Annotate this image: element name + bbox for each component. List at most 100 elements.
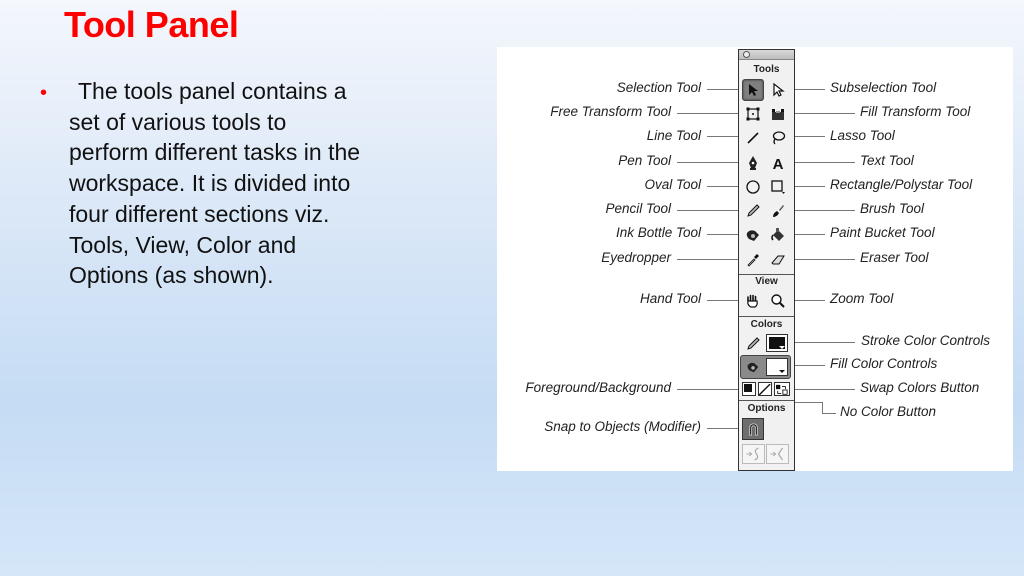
ink-bottle-tool-button[interactable] xyxy=(742,224,764,246)
section-tools-label: Tools xyxy=(753,64,780,75)
fill-transform-tool-button[interactable] xyxy=(767,103,789,125)
snap-to-objects-button[interactable] xyxy=(742,418,764,440)
leader-line xyxy=(791,136,825,137)
paint-bucket-icon xyxy=(747,362,759,373)
oval-tool-button[interactable] xyxy=(742,176,764,198)
fill-color-swatch[interactable] xyxy=(766,358,788,376)
label-rectangle-polystar-tool: Rectangle/Polystar Tool xyxy=(830,177,973,192)
eraser-tool-button[interactable] xyxy=(767,249,789,271)
leader-line xyxy=(707,428,741,429)
dropdown-arrow-icon xyxy=(779,346,785,349)
line-tool-button[interactable] xyxy=(742,127,764,149)
free-transform-icon xyxy=(746,107,760,121)
straighten-button[interactable] xyxy=(766,444,789,464)
label-lasso-tool: Lasso Tool xyxy=(830,128,895,143)
label-selection-tool: Selection Tool xyxy=(616,80,701,95)
section-divider xyxy=(739,400,794,401)
leader-line xyxy=(791,365,825,366)
oval-icon xyxy=(746,180,760,194)
free-transform-tool-button[interactable] xyxy=(742,103,764,125)
brush-tool-button[interactable] xyxy=(767,200,789,222)
leader-line xyxy=(791,89,825,90)
fill-transform-icon xyxy=(772,109,784,120)
label-eraser-tool: Eraser Tool xyxy=(860,250,929,265)
svg-text:A: A xyxy=(773,156,784,171)
stroke-color-fill xyxy=(769,337,785,349)
lasso-tool-button[interactable] xyxy=(767,127,789,149)
label-line-tool: Line Tool xyxy=(646,128,701,143)
text-tool-button[interactable]: A xyxy=(767,152,789,174)
ink-bottle-icon xyxy=(746,230,759,241)
rectangle-polystar-tool-button[interactable] xyxy=(767,176,789,198)
text-a-icon: A xyxy=(773,156,784,171)
pencil-icon xyxy=(747,337,760,350)
label-swap-colors-button: Swap Colors Button xyxy=(860,380,980,395)
leader-line xyxy=(822,413,836,414)
leader-line xyxy=(791,162,855,163)
straighten-icon xyxy=(770,447,783,461)
pencil-icon xyxy=(747,204,760,217)
stroke-color-swatch[interactable] xyxy=(766,334,788,352)
magnifier-icon xyxy=(771,294,785,308)
section-colors-label: Colors xyxy=(750,319,783,330)
magnet-icon xyxy=(749,423,758,436)
subselection-arrow-icon xyxy=(773,82,785,97)
swap-icon xyxy=(776,384,788,395)
leader-line xyxy=(791,186,825,187)
zoom-tool-button[interactable] xyxy=(767,290,789,312)
section-options-label: Options xyxy=(747,403,786,414)
leader-line xyxy=(791,234,825,235)
label-hand-tool: Hand Tool xyxy=(639,291,701,306)
section-view-label: View xyxy=(755,276,778,287)
bullet-text: The tools panel contains a set of variou… xyxy=(69,78,361,289)
paint-bucket-tool-button[interactable] xyxy=(767,224,789,246)
label-oval-tool: Oval Tool xyxy=(644,177,701,192)
label-snap-to-objects: Snap to Objects (Modifier) xyxy=(544,419,701,434)
leader-line xyxy=(791,389,855,390)
label-ink-bottle-tool: Ink Bottle Tool xyxy=(615,225,701,240)
fill-color-control[interactable] xyxy=(740,355,791,379)
foreground-background-button[interactable] xyxy=(742,382,756,396)
leader-line xyxy=(707,234,741,235)
leader-line xyxy=(791,113,855,114)
leader-line xyxy=(791,342,855,343)
black-white-icon xyxy=(744,384,752,392)
label-eyedropper: Eyedropper xyxy=(601,250,671,265)
label-fill-color-controls: Fill Color Controls xyxy=(830,356,938,371)
pen-tool-button[interactable] xyxy=(742,152,764,174)
leader-line xyxy=(677,162,741,163)
stroke-pencil-icon-wrap xyxy=(742,333,764,355)
subselection-tool-button[interactable] xyxy=(767,79,789,101)
close-icon[interactable] xyxy=(743,51,750,58)
swap-colors-button[interactable] xyxy=(774,382,790,396)
panel-titlebar xyxy=(739,50,794,60)
leader-line xyxy=(677,389,741,390)
hand-icon xyxy=(747,294,758,308)
leader-line xyxy=(791,259,855,260)
label-fill-transform-tool: Fill Transform Tool xyxy=(860,104,971,119)
tools-panel: Tools A View Colors Options xyxy=(738,49,795,471)
label-brush-tool: Brush Tool xyxy=(860,201,925,216)
selection-tool-button[interactable] xyxy=(742,79,764,101)
label-no-color-button: No Color Button xyxy=(840,404,937,419)
hand-tool-button[interactable] xyxy=(742,290,764,312)
eraser-icon xyxy=(771,255,785,265)
leader-line xyxy=(677,259,741,260)
smooth-button[interactable] xyxy=(742,444,765,464)
dropdown-arrow-icon xyxy=(779,370,785,373)
label-subselection-tool: Subselection Tool xyxy=(830,80,937,95)
label-zoom-tool: Zoom Tool xyxy=(830,291,894,306)
no-color-button[interactable] xyxy=(758,382,772,396)
lasso-icon xyxy=(772,131,786,145)
section-divider xyxy=(739,274,794,275)
arrow-icon xyxy=(749,84,758,96)
pencil-tool-button[interactable] xyxy=(742,200,764,222)
pen-icon xyxy=(749,156,757,170)
leader-line xyxy=(791,210,855,211)
eyedropper-icon xyxy=(747,254,759,267)
label-paint-bucket-tool: Paint Bucket Tool xyxy=(830,225,935,240)
brush-icon xyxy=(773,205,784,217)
label-pencil-tool: Pencil Tool xyxy=(605,201,671,216)
leader-line xyxy=(707,300,741,301)
eyedropper-tool-button[interactable] xyxy=(742,249,764,271)
